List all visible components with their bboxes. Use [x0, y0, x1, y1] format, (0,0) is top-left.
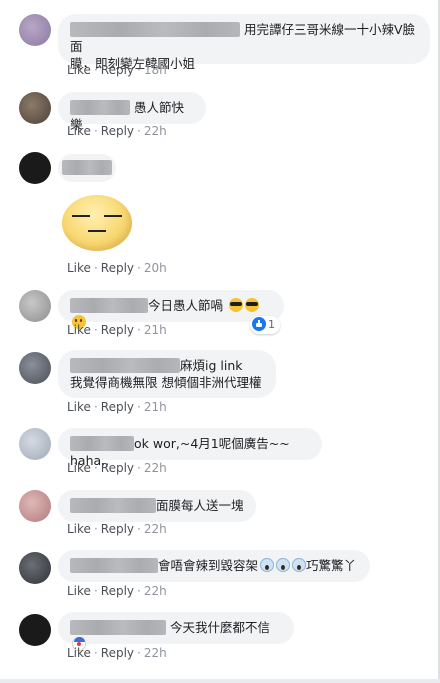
like-button[interactable]: Like: [67, 323, 91, 337]
avatar[interactable]: [19, 428, 51, 460]
comment-text-suffix: 巧驚驚丫: [306, 558, 357, 573]
scream-emoji: [260, 558, 275, 572]
separator: ·: [137, 646, 141, 660]
comment-text: 麻煩ig link: [180, 358, 243, 373]
comment-bubble: 今天我什麼都不信: [58, 612, 294, 651]
reply-button[interactable]: Reply: [101, 261, 134, 275]
separator: ·: [93, 646, 98, 660]
reply-button[interactable]: Reply: [101, 646, 134, 660]
like-button[interactable]: Like: [67, 400, 91, 414]
comment-actions: Like · Reply · 22h: [67, 584, 167, 598]
avatar[interactable]: [19, 352, 51, 384]
timestamp[interactable]: 22h: [144, 522, 167, 536]
avatar[interactable]: [19, 14, 51, 46]
reply-button[interactable]: Reply: [101, 63, 134, 77]
timestamp[interactable]: 22h: [144, 646, 167, 660]
redacted-author-name: [70, 22, 240, 37]
expressionless-face-sticker[interactable]: [62, 195, 132, 251]
like-button[interactable]: Like: [67, 522, 91, 536]
separator: ·: [93, 261, 98, 275]
separator: ·: [93, 124, 98, 138]
like-button[interactable]: Like: [67, 124, 91, 138]
redacted-author-name: [70, 358, 180, 373]
comment-actions: Like · Reply · 21h: [67, 400, 167, 414]
comment-actions: Like · Reply · 21h: [67, 323, 167, 337]
scream-emoji: [276, 558, 291, 572]
comment-text: 我覺得商機無限 想傾個非洲代理權: [70, 375, 262, 390]
avatar[interactable]: [19, 490, 51, 522]
timestamp[interactable]: 18h: [144, 63, 167, 77]
comment-bubble: 愚人節快樂: [58, 92, 206, 132]
separator: ·: [93, 584, 98, 598]
timestamp[interactable]: 22h: [144, 124, 167, 138]
separator: ·: [137, 522, 141, 536]
comment-actions: Like · Reply · 18h: [67, 63, 167, 77]
redacted-author-name: [70, 558, 158, 573]
like-button[interactable]: Like: [67, 63, 91, 77]
reply-button[interactable]: Reply: [101, 323, 134, 337]
comment-bubble: ok wor,~4月1呢個廣告~~ haha,,: [58, 428, 322, 468]
scream-emoji: [292, 558, 307, 572]
like-reaction-icon: [252, 317, 266, 331]
separator: ·: [137, 584, 141, 598]
separator: ·: [137, 124, 141, 138]
comment-bubble: [58, 154, 116, 182]
redacted-author-name: [70, 436, 134, 451]
timestamp[interactable]: 21h: [144, 323, 167, 337]
sunglasses-emoji: [229, 298, 243, 312]
comment-bubble: 面膜每人送一塊: [58, 490, 256, 522]
reaction-badge[interactable]: 1: [250, 316, 280, 334]
comment-bubble: 會唔會辣到毀容架 巧驚驚丫: [58, 550, 370, 582]
separator: ·: [137, 63, 141, 77]
separator: ·: [93, 461, 98, 475]
avatar[interactable]: [19, 290, 51, 322]
redacted-author-name: [70, 498, 156, 513]
separator: ·: [93, 323, 98, 337]
reply-button[interactable]: Reply: [101, 400, 134, 414]
reaction-count: 1: [268, 318, 275, 331]
comment-thread: 用完譚仔三哥米線一十小辣V臉面 膜，即刻變左韓國小姐 Like · Reply · 18…: [0, 0, 440, 683]
reply-button[interactable]: Reply: [101, 461, 134, 475]
like-button[interactable]: Like: [67, 584, 91, 598]
like-button[interactable]: Like: [67, 261, 91, 275]
timestamp[interactable]: 21h: [144, 400, 167, 414]
sunglasses-emoji: [245, 298, 259, 312]
timestamp[interactable]: 20h: [144, 261, 167, 275]
comment-text: 會唔會辣到毀容架: [158, 558, 259, 573]
comment-bubble: 今日愚人節喎: [58, 290, 284, 329]
comment-actions: Like · Reply · 20h: [67, 261, 167, 275]
avatar[interactable]: [19, 552, 51, 584]
like-button[interactable]: Like: [67, 646, 91, 660]
reply-button[interactable]: Reply: [101, 584, 134, 598]
comment-text: 今日愚人節喎: [148, 298, 224, 313]
avatar[interactable]: [19, 92, 51, 124]
panel-border: [0, 679, 440, 683]
comment-actions: Like · Reply · 22h: [67, 461, 167, 475]
comment-text: 面膜每人送一塊: [156, 498, 244, 513]
separator: ·: [137, 323, 141, 337]
separator: ·: [137, 461, 141, 475]
comment-actions: Like · Reply · 22h: [67, 646, 167, 660]
redacted-author-name: [62, 160, 112, 175]
separator: ·: [93, 63, 98, 77]
redacted-author-name: [70, 298, 148, 313]
comment-bubble: 麻煩ig link 我覺得商機無限 想傾個非洲代理權: [58, 350, 276, 398]
separator: ·: [93, 400, 98, 414]
comment-actions: Like · Reply · 22h: [67, 124, 167, 138]
timestamp[interactable]: 22h: [144, 461, 167, 475]
redacted-author-name: [70, 620, 166, 635]
avatar[interactable]: [19, 152, 51, 184]
separator: ·: [137, 261, 141, 275]
separator: ·: [93, 522, 98, 536]
like-button[interactable]: Like: [67, 461, 91, 475]
timestamp[interactable]: 22h: [144, 584, 167, 598]
comment-actions: Like · Reply · 22h: [67, 522, 167, 536]
comment-text: 今天我什麼都不信: [169, 620, 270, 635]
comment-bubble: 用完譚仔三哥米線一十小辣V臉面 膜，即刻變左韓國小姐: [58, 14, 430, 71]
separator: ·: [137, 400, 141, 414]
redacted-author-name: [70, 100, 130, 115]
reply-button[interactable]: Reply: [101, 124, 134, 138]
reply-button[interactable]: Reply: [101, 522, 134, 536]
avatar[interactable]: [19, 614, 51, 646]
